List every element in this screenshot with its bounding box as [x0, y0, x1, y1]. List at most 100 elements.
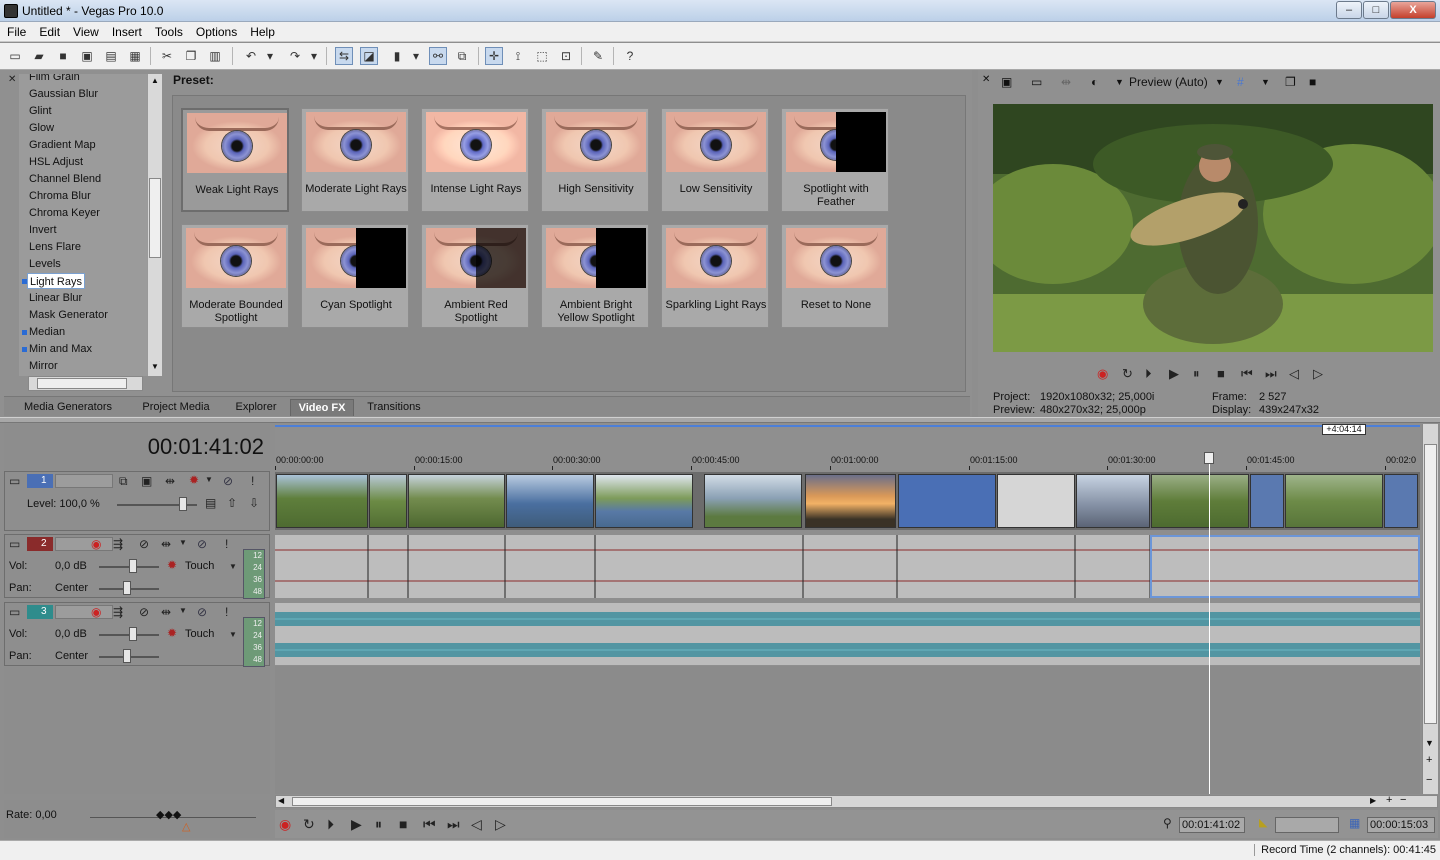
- normal-edit-tool-icon[interactable]: ✛: [485, 47, 503, 65]
- track-down-icon[interactable]: ⇩: [249, 496, 259, 510]
- loop-region-bar[interactable]: [275, 425, 1420, 427]
- track-up-icon[interactable]: ⇧: [227, 496, 237, 510]
- video-clip[interactable]: [898, 474, 996, 528]
- play-icon[interactable]: ▶: [1169, 366, 1179, 382]
- volume-slider-knob[interactable]: [129, 627, 137, 641]
- invert-phase-icon[interactable]: ⇶: [113, 537, 123, 551]
- video-clip[interactable]: [997, 474, 1075, 528]
- automation-dropdown-icon[interactable]: ▼: [229, 562, 237, 571]
- pause-icon[interactable]: ⏸: [1193, 366, 1200, 382]
- make-compositing-child-icon[interactable]: ▣: [141, 474, 152, 488]
- redo-icon[interactable]: ↷: [286, 47, 304, 65]
- track-name-field[interactable]: [55, 605, 113, 619]
- fx-list-item[interactable]: Mask Generator: [29, 307, 108, 323]
- fx-list-item[interactable]: Mirror: [29, 358, 58, 374]
- fx-list-hscrollbar[interactable]: [28, 376, 143, 391]
- preset-thumbnail[interactable]: Intense Light Rays: [421, 108, 529, 212]
- previous-frame-icon[interactable]: ◁: [1289, 366, 1299, 382]
- play-from-start-icon[interactable]: ⏵: [327, 816, 334, 833]
- preset-thumbnail[interactable]: Moderate Bounded Spotlight: [181, 224, 289, 328]
- mute-icon[interactable]: ⊘: [197, 605, 207, 619]
- go-to-start-icon[interactable]: ⏮: [1241, 366, 1253, 382]
- preset-thumbnail[interactable]: High Sensitivity: [541, 108, 649, 212]
- fx-list-item[interactable]: Gradient Map: [29, 137, 96, 153]
- fx-list-item[interactable]: Glow: [29, 120, 54, 136]
- track-header-audio-2[interactable]: ▭ 2 ◉ ⇶ ⊘ ⇹ ▼ ⊘ ! Vol: 0,0 dB ✹ Touch ▼ …: [4, 534, 270, 599]
- dock-splitter[interactable]: [0, 417, 1440, 423]
- preset-thumbnail[interactable]: Ambient Bright Yellow Spotlight: [541, 224, 649, 328]
- preset-thumbnail[interactable]: Spotlight with Feather: [781, 108, 889, 212]
- cut-icon[interactable]: ✂: [158, 47, 176, 65]
- level-slider-knob[interactable]: [179, 497, 187, 511]
- track-envelopes-icon[interactable]: ⇹: [161, 605, 171, 619]
- volume-slider-knob[interactable]: [129, 559, 137, 573]
- fx-list-item[interactable]: Gaussian Blur: [29, 86, 98, 102]
- tab-media-generators[interactable]: Media Generators: [8, 399, 128, 416]
- track-fx-icon[interactable]: ⊘: [139, 605, 149, 619]
- copy-icon[interactable]: ❐: [182, 47, 200, 65]
- video-clip[interactable]: [369, 474, 407, 528]
- track-fx-dropdown-icon[interactable]: ▼: [205, 475, 213, 484]
- new-icon[interactable]: ▭: [6, 47, 24, 65]
- pan-slider-knob[interactable]: [123, 649, 131, 663]
- timeline-empty-area[interactable]: [275, 666, 1420, 794]
- selection-length-field[interactable]: 00:00:15:03: [1367, 817, 1435, 833]
- video-clip[interactable]: [704, 474, 802, 528]
- track-minimize-icon[interactable]: ▭: [9, 474, 20, 488]
- fx-list-item[interactable]: Invert: [29, 222, 57, 238]
- preset-thumbnail[interactable]: Moderate Light Rays: [301, 108, 409, 212]
- pause-icon[interactable]: ⏸: [375, 816, 382, 833]
- track-name-field[interactable]: [55, 537, 113, 551]
- solo-icon[interactable]: !: [251, 474, 254, 488]
- undo-dropdown-icon[interactable]: ▾: [264, 47, 276, 65]
- video-clip[interactable]: [1285, 474, 1383, 528]
- envelope-tool-icon[interactable]: ⟟: [509, 47, 527, 65]
- split-screen-icon[interactable]: ◐: [1091, 75, 1098, 89]
- fx-list-item[interactable]: Median: [29, 324, 65, 340]
- video-clip[interactable]: [1250, 474, 1284, 528]
- track-motion-icon[interactable]: ⇹: [165, 474, 175, 488]
- properties-icon[interactable]: ▦: [126, 47, 144, 65]
- auto-crossfade-icon[interactable]: ⚯: [429, 47, 447, 65]
- fx-list-item[interactable]: HSL Adjust: [29, 154, 83, 170]
- split-dropdown-icon[interactable]: ▼: [1115, 77, 1124, 87]
- envelopes-dropdown-icon[interactable]: ▼: [179, 606, 187, 615]
- record-icon[interactable]: ◉: [279, 816, 291, 833]
- save-icon[interactable]: ■: [54, 47, 72, 65]
- paste-icon[interactable]: ▥: [206, 47, 224, 65]
- fx-list-item[interactable]: Chroma Blur: [29, 188, 91, 204]
- solo-icon[interactable]: !: [225, 605, 228, 619]
- snapping-icon[interactable]: ⧉: [453, 47, 471, 65]
- overlays-dropdown-icon[interactable]: ▼: [1261, 77, 1270, 87]
- preset-thumbnail[interactable]: Reset to None: [781, 224, 889, 328]
- preset-thumbnail[interactable]: Low Sensitivity: [661, 108, 769, 212]
- menu-tools[interactable]: Tools: [148, 22, 189, 39]
- automation-settings-icon[interactable]: ✹: [167, 626, 177, 640]
- fx-list-item[interactable]: Film Grain: [29, 74, 80, 85]
- video-clip[interactable]: [805, 474, 896, 528]
- go-to-end-icon[interactable]: ⏭: [1265, 366, 1277, 382]
- minimize-button[interactable]: –: [1336, 1, 1362, 19]
- ignore-grouping-icon[interactable]: ▮: [388, 47, 406, 65]
- save-as-icon[interactable]: ▣: [78, 47, 96, 65]
- track-minimize-icon[interactable]: ▭: [9, 605, 20, 619]
- open-icon[interactable]: ▰: [30, 47, 48, 65]
- timeline-hscrollbar[interactable]: ◀ ▶ + −: [275, 794, 1438, 808]
- preview-properties-icon[interactable]: ▣: [1001, 75, 1012, 89]
- play-icon[interactable]: ▶: [351, 816, 362, 833]
- fx-list-item[interactable]: Chroma Keyer: [29, 205, 100, 221]
- menu-file[interactable]: File: [0, 22, 32, 39]
- go-to-start-icon[interactable]: ⏮: [423, 816, 436, 833]
- overlays-icon[interactable]: #: [1237, 75, 1244, 89]
- redo-dropdown-icon[interactable]: ▾: [308, 47, 320, 65]
- timeline-vscrollbar[interactable]: ▼ + −: [1422, 424, 1438, 794]
- stop-icon[interactable]: ■: [1217, 366, 1225, 381]
- automation-settings-icon[interactable]: ✹: [167, 558, 177, 572]
- save-snapshot-icon[interactable]: ■: [1309, 75, 1316, 89]
- track-envelopes-icon[interactable]: ⇹: [161, 537, 171, 551]
- quality-dropdown-icon[interactable]: ▼: [1215, 77, 1224, 87]
- rate-slider-knob-icon[interactable]: ◆◆◆: [156, 808, 181, 821]
- auto-ripple-icon[interactable]: ⇆: [335, 47, 353, 65]
- previous-frame-icon[interactable]: ◁: [471, 816, 482, 833]
- arm-record-icon[interactable]: ◉: [91, 537, 101, 551]
